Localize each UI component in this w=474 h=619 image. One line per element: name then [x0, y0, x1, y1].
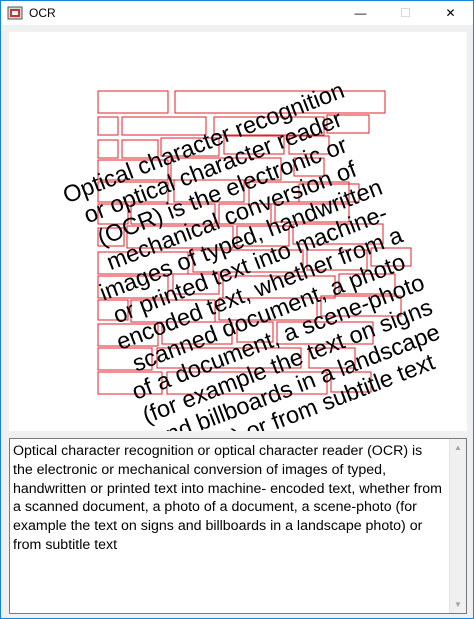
vertical-scrollbar[interactable]: ▲ ▼	[449, 439, 466, 613]
maximize-button: ☐	[383, 1, 428, 25]
ocr-window: OCR — ☐ ✕ Optical character recognition …	[0, 0, 474, 619]
chevron-down-icon: ▼	[454, 600, 462, 609]
scroll-up-button[interactable]: ▲	[450, 439, 466, 456]
minimize-button[interactable]: —	[338, 1, 383, 25]
scroll-down-button[interactable]: ▼	[450, 596, 466, 613]
rotated-text: Optical character recognition or optical…	[59, 77, 443, 431]
chevron-up-icon: ▲	[454, 443, 462, 452]
word-bounding-box	[97, 90, 169, 114]
ocr-image-canvas: Optical character recognition or optical…	[9, 32, 467, 431]
minimize-icon: —	[354, 6, 367, 20]
title-bar[interactable]: OCR — ☐ ✕	[1, 1, 473, 25]
ocr-result-textbox[interactable]: Optical character recognition or optical…	[9, 438, 467, 614]
close-icon: ✕	[445, 6, 456, 20]
maximize-icon: ☐	[400, 6, 411, 20]
ocr-image: Optical character recognition or optical…	[59, 77, 443, 431]
window-title: OCR	[29, 6, 56, 20]
word-bounding-box	[97, 116, 119, 136]
ocr-result-text: Optical character recognition or optical…	[13, 443, 443, 553]
close-button[interactable]: ✕	[428, 1, 473, 25]
ocr-app-icon[interactable]	[7, 5, 23, 21]
word-bounding-box	[97, 139, 119, 159]
